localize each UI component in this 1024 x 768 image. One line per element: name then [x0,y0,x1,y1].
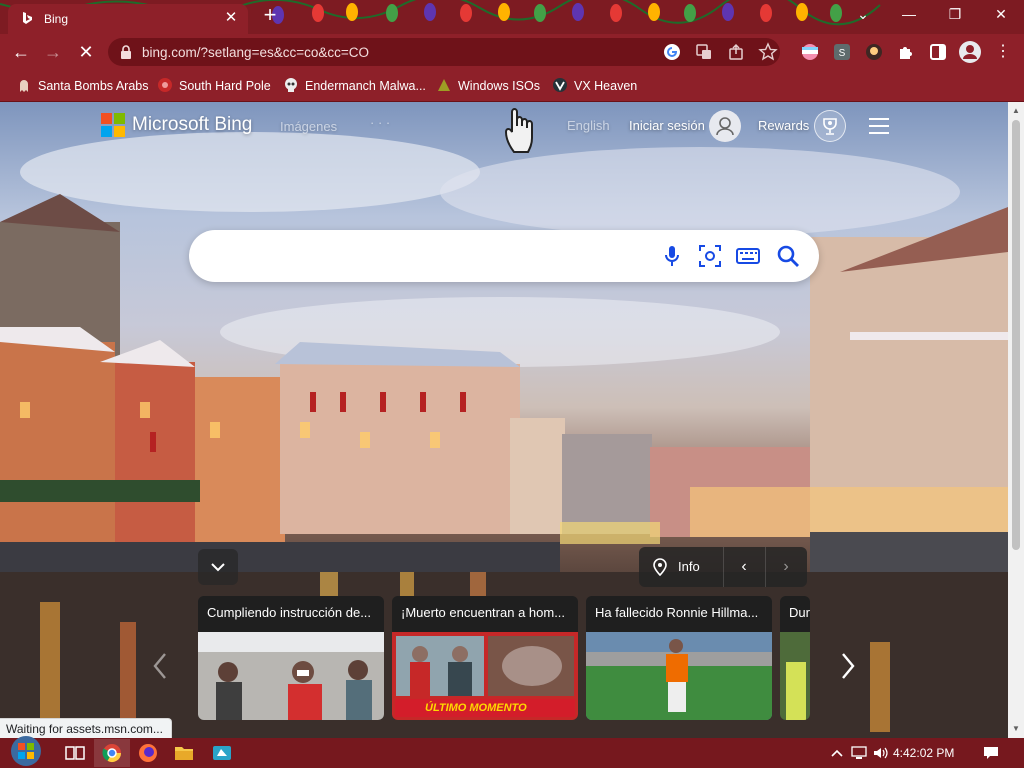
ghost-icon [20,80,28,92]
windows-taskbar: 4:42:02 PM [0,736,1024,768]
carousel-prev-arrow-icon[interactable] [145,637,175,695]
browser-tab[interactable]: Bing ✕ [8,4,248,34]
browser-menu-icon[interactable]: ⋮ [990,40,1016,64]
task-view-icon[interactable] [56,739,92,767]
carousel-next-arrow-icon[interactable] [833,637,863,695]
rewards-link[interactable]: Rewards [758,118,809,133]
nav-images-link[interactable]: Imágenes [280,119,337,134]
news-card-title: Ha fallecido Ronnie Hillma... [586,596,772,632]
bing-logo-text: Microsoft Bing [132,114,253,135]
emblem-icon [158,78,172,92]
keyboard-icon[interactable] [735,243,761,269]
news-card-title: Dur [780,596,810,632]
windows-isos-icon [438,79,450,91]
news-card-image [586,632,772,720]
news-card[interactable]: ¡Muerto encuentran a hom... ÚLTIMO MOMEN… [392,596,578,720]
tab-close-icon[interactable]: ✕ [222,9,240,27]
scroll-up-arrow-icon[interactable]: ▲ [1008,104,1024,118]
stop-loading-icon[interactable]: ✕ [73,40,99,64]
sign-in-link[interactable]: Iniciar sesión [629,118,705,133]
location-pin-icon [653,558,667,576]
hand-cursor-icon [504,108,533,153]
flag-extension-icon[interactable] [800,42,820,62]
translate-icon[interactable] [694,42,714,62]
file-explorer-icon[interactable] [166,739,202,767]
breaking-news-badge: ÚLTIMO MOMENTO [395,699,575,717]
scrollbar-thumb[interactable] [1012,120,1020,550]
chrome-taskbar-icon[interactable] [94,739,130,767]
bing-favicon-icon [23,12,32,24]
title-bar: Bing ✕ + ⌄ — ❐ ✕ [0,0,1024,34]
news-card-title: ¡Muerto encuentran a hom... [392,596,578,632]
network-icon[interactable] [850,745,868,761]
taskbar-clock[interactable]: 4:42:02 PM [893,738,954,768]
google-lens-icon[interactable] [662,42,682,62]
hamburger-menu-icon[interactable] [869,118,891,134]
user-avatar-icon[interactable] [709,110,741,142]
bookmark-star-icon[interactable] [758,42,778,62]
next-image-chevron-icon[interactable]: › [765,547,807,587]
extensions-puzzle-icon[interactable] [896,42,916,62]
bookmark-santa-bombs-arabs[interactable]: Santa Bombs Arabs [16,76,148,96]
news-card[interactable]: Ha fallecido Ronnie Hillma... [586,596,772,720]
back-arrow-icon[interactable]: ← [8,40,34,64]
nav-more-link[interactable]: · · · [370,115,390,130]
rewards-trophy-icon[interactable] [814,110,846,142]
news-card-image [780,632,810,720]
restore-button[interactable]: ❐ [932,0,978,30]
volume-icon[interactable] [872,745,890,761]
side-panel-icon[interactable] [928,42,948,62]
share-icon[interactable] [726,42,746,62]
vx-heaven-icon [553,78,567,92]
window-close-button[interactable]: ✕ [978,0,1024,30]
url-text[interactable]: bing.com/?setlang=es&cc=co&cc=CO [142,45,369,60]
app-taskbar-icon[interactable] [204,739,240,767]
search-icon[interactable] [775,243,801,269]
bing-homepage: Microsoft Bing Imágenes · · · English In… [0,102,1008,738]
firefox-taskbar-icon[interactable] [130,739,166,767]
forward-arrow-icon[interactable]: → [40,40,66,64]
image-info-bar: Info ‹ › [639,547,807,587]
news-card-image [198,632,384,720]
news-card[interactable]: Dur [780,596,810,720]
scroll-down-arrow-icon[interactable]: ▼ [1008,722,1024,736]
profile-s-extension-icon[interactable]: S [832,42,852,62]
search-box[interactable] [189,230,819,282]
page-scrollbar[interactable]: ▲ ▼ [1008,102,1024,738]
tab-search-chevron-icon[interactable]: ⌄ [840,0,886,30]
bookmark-south-hard-pole[interactable]: South Hard Pole [157,76,271,96]
address-bar[interactable]: bing.com/?setlang=es&cc=co&cc=CO [108,38,780,66]
previous-image-chevron-icon[interactable]: ‹ [723,547,765,587]
news-card-title: Cumpliendo instrucción de... [198,596,384,632]
lock-icon[interactable] [118,44,134,60]
bookmark-vx-heaven[interactable]: VX Heaven [552,76,637,96]
visual-search-icon[interactable] [697,243,723,269]
microsoft-logo-icon [101,113,125,137]
action-center-icon[interactable] [982,745,1000,761]
language-link[interactable]: English [567,118,610,133]
microphone-icon[interactable] [659,243,685,269]
profile-avatar-icon[interactable] [958,40,982,64]
browser-toolbar: ← → ✕ bing.com/?setlang=es&cc=co&cc=CO S [0,34,1024,70]
start-orb-icon[interactable] [6,734,46,768]
show-hidden-icons-chevron-icon[interactable] [828,745,846,761]
avatar-extension-icon[interactable] [864,42,884,62]
search-input[interactable] [211,243,651,269]
skull-icon [285,78,297,92]
image-info-label: Info [678,559,700,574]
svg-text:S: S [839,48,846,59]
bookmark-windows-isos[interactable]: Windows ISOs [436,76,540,96]
news-card[interactable]: Cumpliendo instrucción de... [198,596,384,720]
new-tab-button[interactable]: + [258,4,282,28]
minimize-button[interactable]: — [886,0,932,30]
image-info-button[interactable]: Info [639,547,721,587]
collapse-feed-button[interactable] [198,549,238,585]
tab-title: Bing [44,12,69,26]
bookmark-endermanch-malware[interactable]: Endermanch Malwa... [283,76,426,96]
bookmarks-bar: Santa Bombs Arabs South Hard Pole Enderm… [0,70,1024,102]
